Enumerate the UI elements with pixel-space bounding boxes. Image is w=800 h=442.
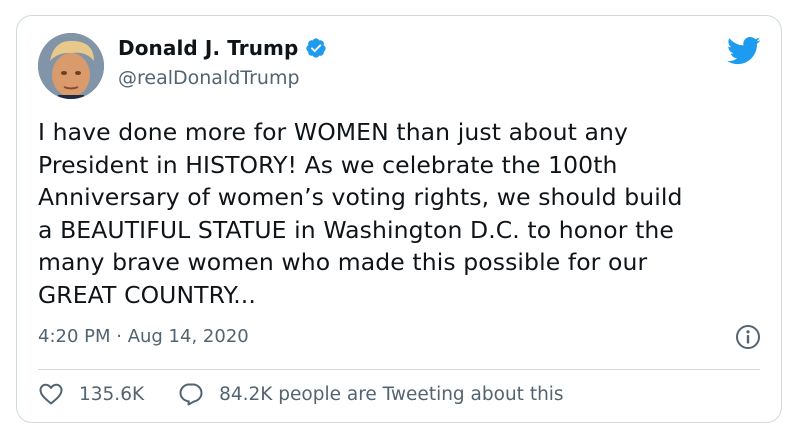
info-icon[interactable]	[735, 324, 761, 350]
tweet-timestamp[interactable]: 4:20 PM · Aug 14, 2020	[38, 326, 249, 347]
author-row: Donald J. Trump	[118, 36, 327, 60]
tweet-actions: 135.6K 84.2K people are Tweeting about t…	[38, 382, 564, 406]
tweet-text: I have done more for WOMEN than just abo…	[38, 118, 683, 309]
verified-badge-icon	[306, 38, 327, 58]
like-count: 135.6K	[79, 383, 145, 405]
divider	[38, 369, 760, 370]
heart-icon[interactable]	[38, 382, 64, 406]
tweeting-text: 84.2K people are Tweeting about this	[219, 383, 564, 405]
tweeting-action[interactable]: 84.2K people are Tweeting about this	[178, 382, 564, 406]
avatar-image	[38, 33, 104, 99]
tweet-card[interactable]: Donald J. Trump @realDonaldTrump I have …	[16, 15, 782, 423]
author-name[interactable]: Donald J. Trump	[118, 36, 298, 60]
speech-bubble-icon[interactable]	[178, 382, 204, 406]
author-handle[interactable]: @realDonaldTrump	[118, 67, 300, 89]
like-action[interactable]: 135.6K	[38, 382, 144, 406]
avatar[interactable]	[38, 33, 104, 99]
twitter-bird-icon[interactable]	[727, 36, 761, 66]
